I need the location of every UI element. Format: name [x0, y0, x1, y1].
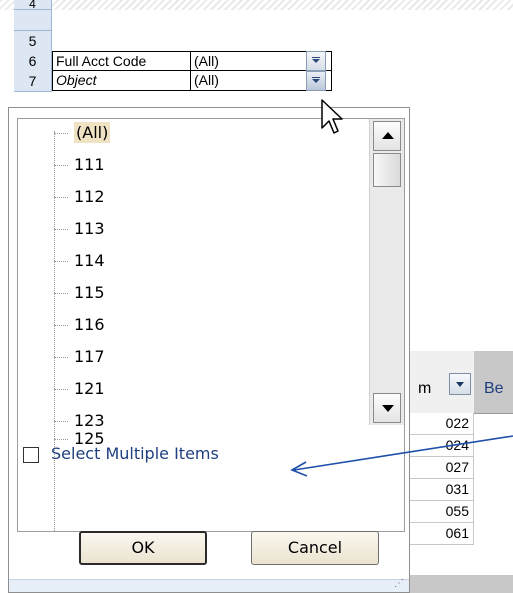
annotation-arrow-icon	[290, 435, 513, 477]
mouse-pointer-icon	[321, 99, 343, 134]
